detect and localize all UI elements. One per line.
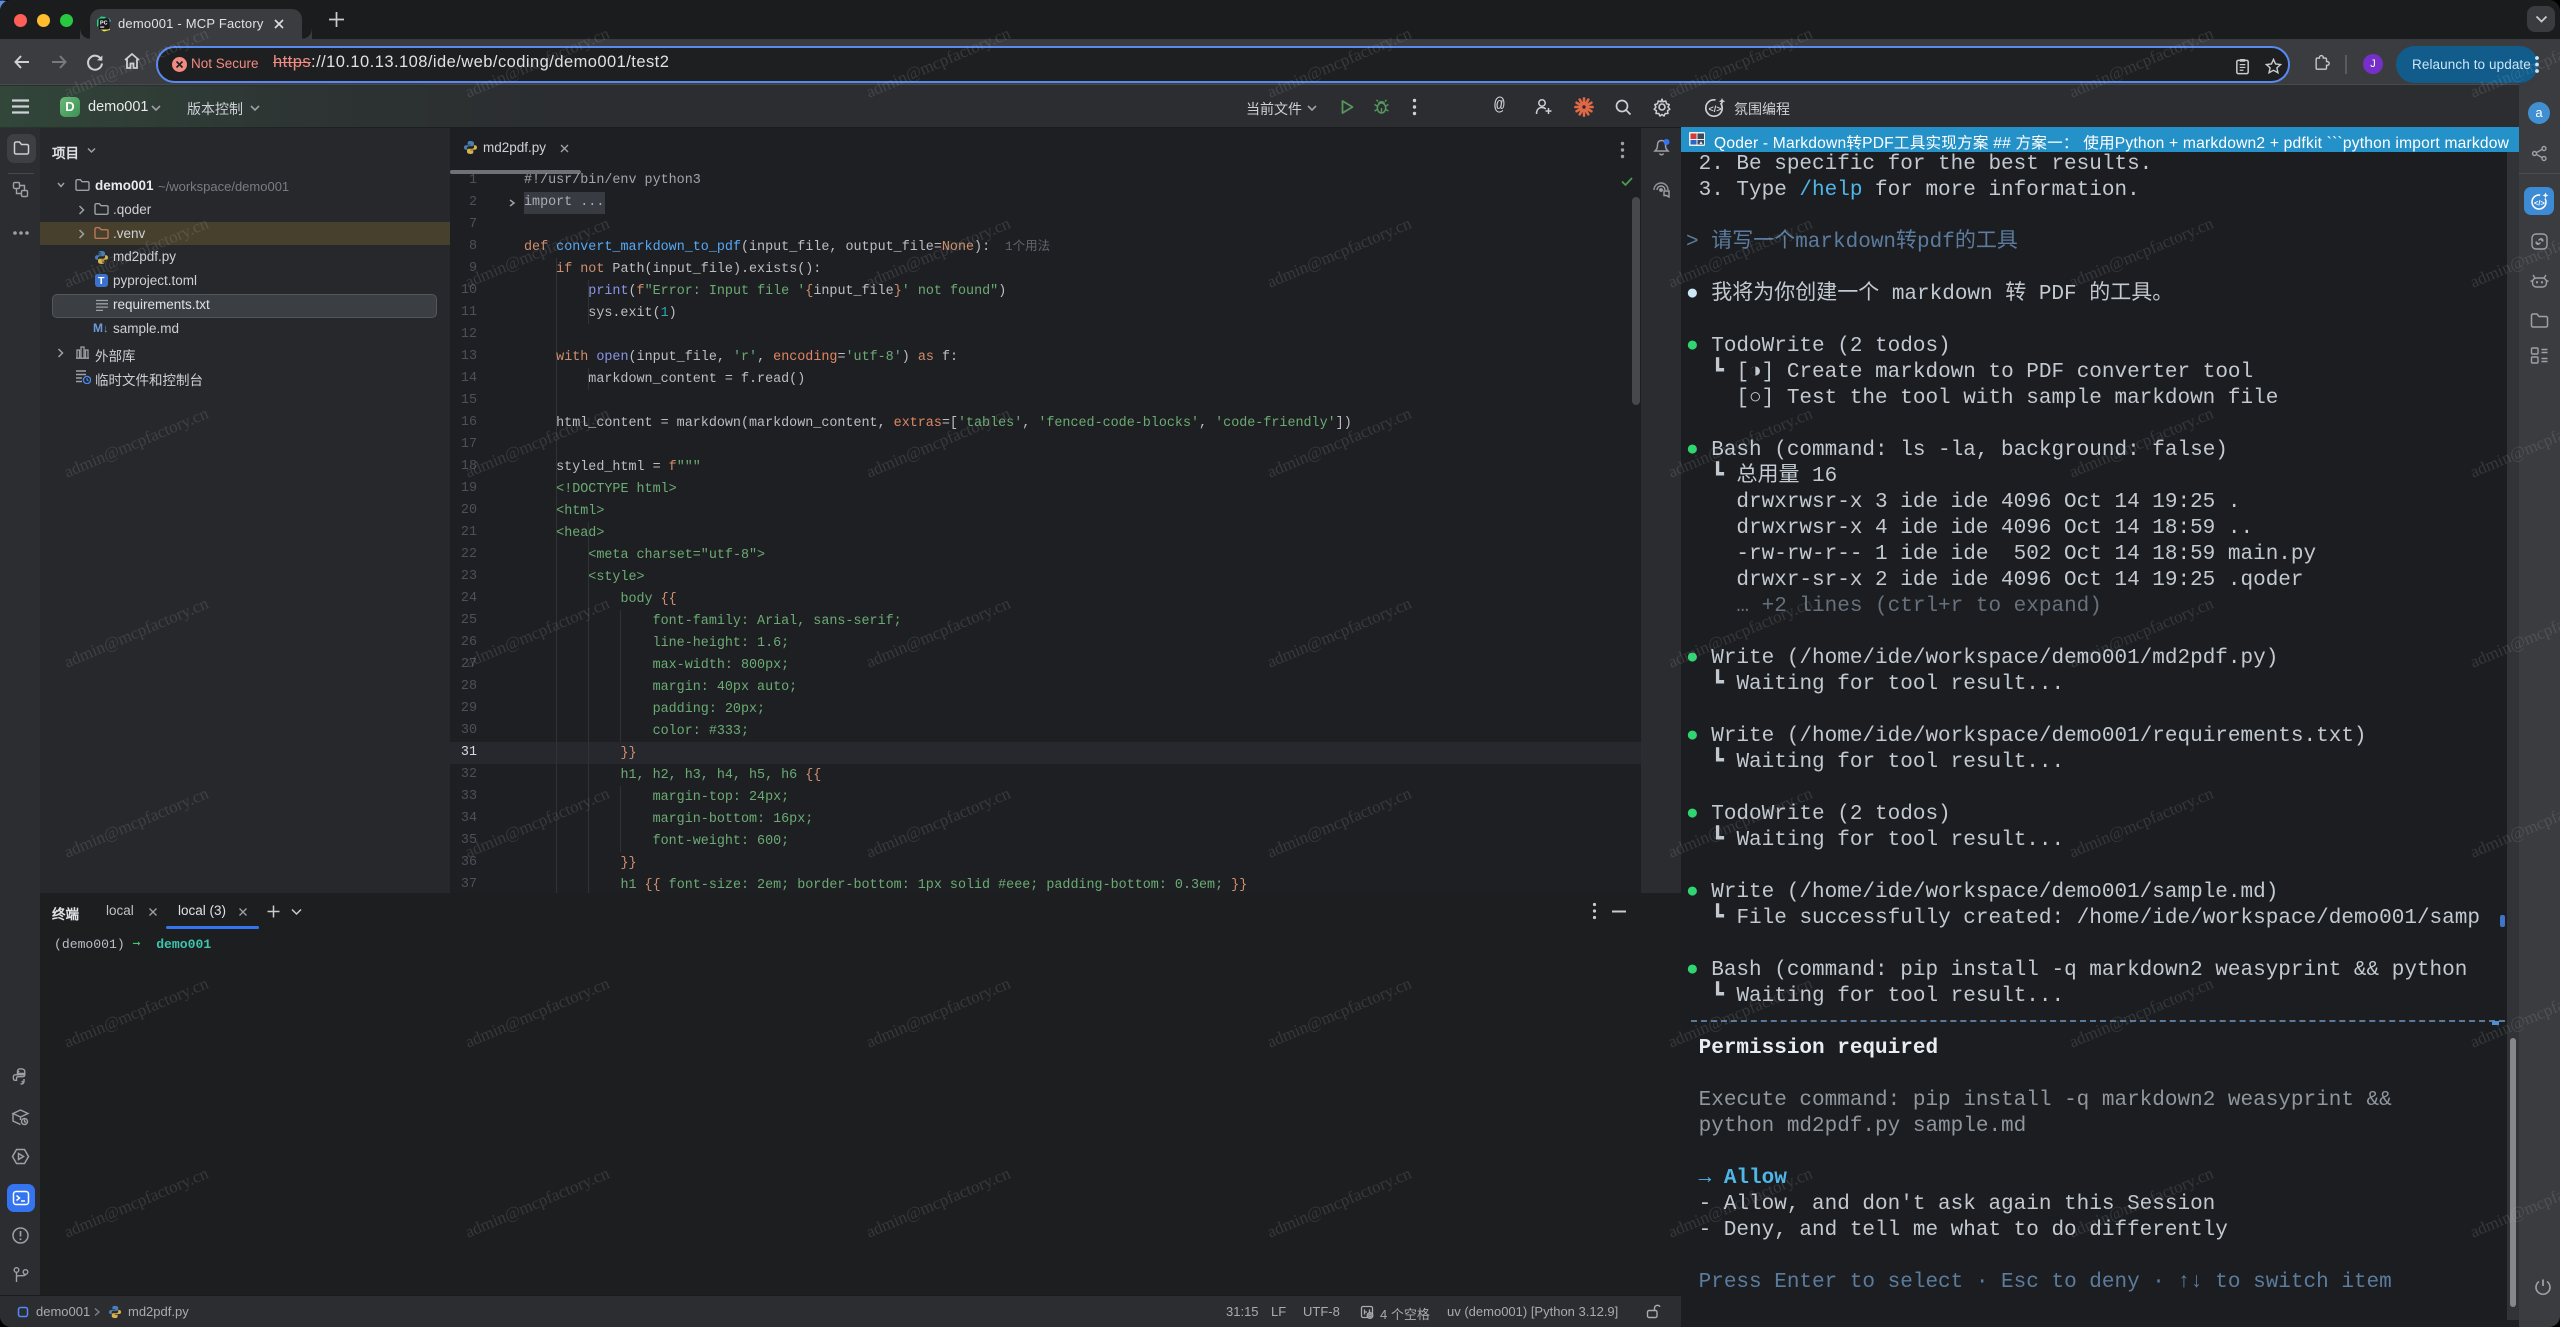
svg-text:PC: PC [100,21,108,27]
svg-text:</>: </> [2534,199,2545,208]
svg-text:</>: </> [1709,104,1722,114]
